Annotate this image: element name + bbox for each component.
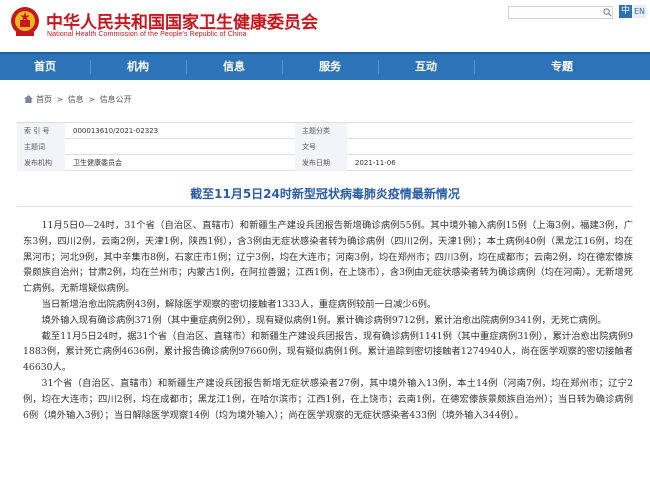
article-paragraph: 11月5日0—24时，31个省（自治区、直辖市）和新疆生产建设兵团报告新增确诊病… xyxy=(23,220,633,295)
meta-docno-value xyxy=(347,139,633,155)
breadcrumb-information[interactable]: 信息 xyxy=(68,95,84,104)
meta-row: 主题词 文号 xyxy=(17,139,633,155)
document-meta-table: 索 引 号 000013610/2021-02323 主题分类 主题词 文号 发… xyxy=(17,122,633,171)
meta-category-label: 主题分类 xyxy=(295,123,347,139)
language-zh-button[interactable]: 中 xyxy=(619,5,632,18)
site-title[interactable]: 中华人民共和国国家卫生健康委员会 xyxy=(46,8,318,33)
language-en-button[interactable]: EN xyxy=(633,5,646,18)
nav-item-topics[interactable]: 专题 xyxy=(474,54,650,80)
meta-date-label: 发布日期 xyxy=(295,155,347,171)
meta-topic-label: 主题词 xyxy=(17,139,65,155)
site-subtitle: National Health Commission of the People… xyxy=(47,31,247,38)
title-divider xyxy=(17,206,633,207)
article-body: 11月5日0—24时，31个省（自治区、直辖市）和新疆生产建设兵团报告新增确诊病… xyxy=(23,218,633,423)
meta-org-value: 卫生健康委员会 xyxy=(73,159,122,167)
article-paragraph: 当日新增治愈出院病例43例，解除医学观察的密切接触者1333人，重症病例较前一日… xyxy=(41,298,437,310)
nav-item-service[interactable]: 服务 xyxy=(282,54,378,80)
meta-category-value xyxy=(347,123,633,139)
nav-item-home[interactable]: 首页 xyxy=(0,54,90,80)
article-title: 截至11月5日24时新型冠状病毒肺炎疫情最新情况 xyxy=(190,187,460,201)
meta-row: 发布机构 卫生健康委员会 发布日期 2021-11-06 xyxy=(17,155,633,171)
nav-item-interaction[interactable]: 互动 xyxy=(378,54,474,80)
nav-item-information[interactable]: 信息 xyxy=(186,54,282,80)
meta-org-label: 发布机构 xyxy=(17,155,65,171)
meta-docno-label: 文号 xyxy=(295,139,347,155)
breadcrumb-separator: > xyxy=(88,95,96,104)
article-paragraph: 31个省（自治区、直辖市）和新疆生产建设兵团报告新增无症状感染者27例，其中境外… xyxy=(23,377,633,421)
meta-date-value: 2021-11-06 xyxy=(355,159,396,167)
main-nav: 首页 机构 信息 服务 互动 专题 xyxy=(0,52,650,80)
breadcrumb-disclosure[interactable]: 信息公开 xyxy=(100,95,132,104)
breadcrumb-home[interactable]: 首页 xyxy=(36,95,52,104)
national-emblem-icon xyxy=(11,7,39,36)
search-input[interactable] xyxy=(508,6,613,19)
article-paragraph: 境外输入现有确诊病例371例（其中重症病例2例），现有疑似病例1例。累计确诊病例… xyxy=(41,314,607,326)
meta-topic-value xyxy=(65,139,295,155)
home-icon xyxy=(24,95,33,103)
meta-index-label: 索 引 号 xyxy=(17,123,65,139)
breadcrumb: 首页 > 信息 > 信息公开 xyxy=(24,94,134,105)
search-icon[interactable] xyxy=(603,8,612,17)
meta-row: 索 引 号 000013610/2021-02323 主题分类 xyxy=(17,123,633,139)
article-paragraph: 截至11月5日24时，据31个省（自治区、直辖市）和新疆生产建设兵团报告，现有确… xyxy=(23,330,633,374)
site-header: 中华人民共和国国家卫生健康委员会 National Health Commiss… xyxy=(0,0,650,52)
nav-item-organization[interactable]: 机构 xyxy=(90,54,186,80)
meta-index-value: 000013610/2021-02323 xyxy=(73,127,159,135)
breadcrumb-separator: > xyxy=(56,95,64,104)
